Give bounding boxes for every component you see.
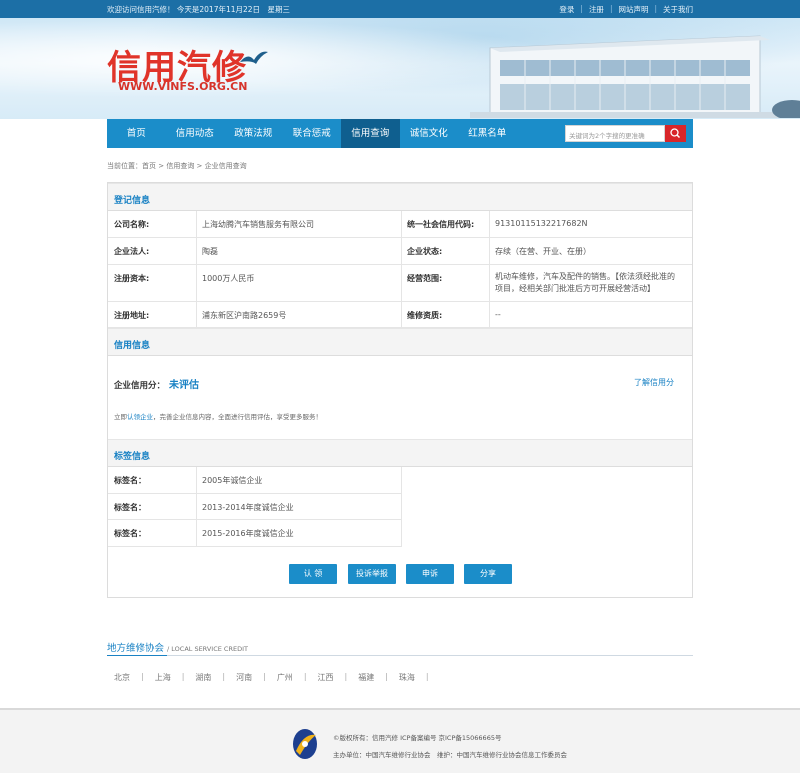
appeal-button[interactable]: 申诉	[406, 564, 454, 584]
business-scope-line: 项目，经相关部门批准后方可开展经营活动】	[495, 284, 655, 293]
nav-credit-query[interactable]: 信用查询	[341, 119, 400, 148]
table-row: 标签名： 2013-2014年度诚信企业	[108, 493, 401, 520]
building-illustration	[470, 35, 800, 118]
city-link-jiangxi[interactable]: 江西	[318, 672, 334, 683]
local-title-en: / LOCAL SERVICE CREDIT	[167, 645, 248, 653]
welcome-text: 欢迎访问信用汽修！ 今天是2017年11月22日 星期三	[107, 5, 291, 14]
credit-score: 企业信用分： 未评估	[114, 376, 199, 391]
tag-label: 标签名：	[114, 529, 146, 538]
about-us-link[interactable]: 关于我们	[663, 4, 693, 15]
company-detail-panel: 登记信息 公司名称: 上海幼腾汽车销售服务有限公司 统一社会信用代码: 9131…	[107, 182, 693, 598]
learn-credit-score-link[interactable]: 了解信用分	[634, 377, 674, 388]
city-links: 北京 | 上海 | 湖南 | 河南 | 广州 | 江西 | 福建 | 珠海 |	[114, 672, 429, 683]
tag-label: 标签名：	[114, 502, 146, 512]
association-logo-icon	[293, 729, 317, 759]
search-icon	[670, 128, 681, 139]
credit-section-header: 信用信息	[108, 328, 692, 356]
separator: |	[609, 4, 613, 13]
tip-text: ，完善企业信息内容，全面进行信用评估，享受更多服务！	[153, 413, 322, 421]
repair-qualification-value: --	[495, 310, 501, 319]
credit-code-value: 91310115132217682N	[495, 219, 588, 228]
main-nav: 首页 信用动态 政策法规 联合惩戒 信用查询 诚信文化 红黑名单 关键词为2个字…	[107, 119, 693, 148]
field-label: 注册资本:	[114, 274, 150, 283]
field-label: 企业法人:	[114, 247, 150, 256]
divider	[107, 655, 693, 656]
field-label: 公司名称:	[114, 220, 150, 229]
local-associations-title: 地方维修协会 / LOCAL SERVICE CREDIT	[107, 640, 248, 654]
share-button[interactable]: 分享	[464, 564, 512, 584]
company-name-value: 上海幼腾汽车销售服务有限公司	[202, 220, 314, 229]
complaint-report-button[interactable]: 投诉举报	[348, 564, 396, 584]
tag-value: 2005年诚信企业	[202, 476, 263, 485]
nav-policy[interactable]: 政策法规	[224, 119, 283, 148]
info-row: 公司名称: 上海幼腾汽车销售服务有限公司 统一社会信用代码: 913101151…	[108, 211, 692, 238]
local-title-cn: 地方维修协会	[107, 643, 165, 654]
tip-text: 立即	[114, 413, 127, 421]
city-link-hunan[interactable]: 湖南	[195, 672, 211, 683]
search-button[interactable]	[665, 125, 686, 142]
nav-joint-punishment[interactable]: 联合惩戒	[283, 119, 342, 148]
claim-tip: 立即认领企业，完善企业信息内容，全面进行信用评估，享受更多服务！	[114, 411, 322, 421]
field-label: 注册地址:	[114, 311, 150, 320]
tags-table: 标签名： 2005年诚信企业 标签名： 2013-2014年度诚信企业 标签名：…	[108, 467, 402, 547]
separator: |	[580, 4, 583, 13]
bird-icon	[240, 51, 268, 64]
business-scope-line: 机动车维修，汽车及配件的销售。【依法须经批准的	[495, 272, 675, 281]
tag-label: 标签名：	[114, 476, 146, 485]
city-link-shanghai[interactable]: 上海	[155, 672, 171, 683]
nav-credit-news[interactable]: 信用动态	[166, 119, 225, 148]
header-banner: 信用汽修 WWW.VINFS.ORG.CN	[0, 18, 800, 119]
login-link[interactable]: 登录	[559, 4, 574, 15]
separator: |	[654, 4, 657, 13]
business-scope-value: 机动车维修，汽车及配件的销售。【依法须经批准的 项目，经相关部门批准后方可开展经…	[489, 265, 692, 301]
action-bar: 认 领 投诉举报 申诉 分享	[108, 564, 692, 586]
nav-red-black-list[interactable]: 红黑名单	[458, 119, 517, 148]
info-row: 企业法人: 陶磊 企业状态: 存续（在营、开业、在册）	[108, 238, 692, 265]
claim-company-link[interactable]: 认领企业	[127, 413, 153, 421]
tags-section-header: 标签信息	[108, 439, 692, 467]
organizer-text: 主办单位：中国汽车维修行业协会 维护：中国汽车维修行业协会信息工作委员会	[333, 751, 567, 759]
register-link[interactable]: 注册	[589, 4, 604, 15]
legal-person-value: 陶磊	[202, 247, 218, 256]
nav-integrity-culture[interactable]: 诚信文化	[400, 119, 459, 148]
field-label: 企业状态:	[407, 247, 443, 256]
registered-address-value: 浦东新区沪南路2659号	[202, 311, 287, 320]
registered-capital-value: 1000万人民币	[202, 274, 255, 283]
tag-value: 2015-2016年度诚信企业	[202, 529, 294, 538]
credit-score-value: 未评估	[169, 380, 200, 391]
field-label: 统一社会信用代码:	[407, 220, 475, 229]
claim-button[interactable]: 认 领	[289, 564, 337, 584]
table-row: 标签名： 2005年诚信企业	[108, 467, 401, 494]
breadcrumb: 当前位置：首页 > 信用查询 > 企业信用查询	[107, 162, 247, 170]
city-link-henan[interactable]: 河南	[236, 672, 252, 683]
credit-score-label: 企业信用分：	[114, 381, 166, 391]
copyright-text: ©版权所有：信用汽修 ICP备案编号 京ICP备15066665号	[333, 734, 502, 742]
city-link-beijing[interactable]: 北京	[114, 672, 130, 683]
site-url: WWW.VINFS.ORG.CN	[118, 80, 248, 93]
section-title: 标签信息	[114, 452, 151, 462]
footer: ©版权所有：信用汽修 ICP备案编号 京ICP备15066665号 主办单位：中…	[0, 708, 800, 773]
top-links: 登录 | 注册 | 网站声明 | 关于我们	[559, 4, 693, 15]
field-label: 经营范围:	[407, 274, 443, 283]
city-link-guangzhou[interactable]: 广州	[277, 672, 293, 683]
search-input[interactable]: 关键词为2个字搜的更准确	[565, 125, 665, 142]
info-row: 注册地址: 浦东新区沪南路2659号 维修资质: --	[108, 302, 692, 328]
company-status-value: 存续（在营、开业、在册）	[495, 247, 591, 256]
table-row: 标签名： 2015-2016年度诚信企业	[108, 520, 401, 547]
section-title: 信用信息	[114, 341, 151, 351]
field-label: 维修资质:	[407, 311, 443, 320]
tag-value: 2013-2014年度诚信企业	[202, 502, 294, 512]
site-statement-link[interactable]: 网站声明	[618, 4, 648, 15]
top-bar: 欢迎访问信用汽修！ 今天是2017年11月22日 星期三 登录 | 注册 | 网…	[0, 0, 800, 18]
registration-section-header: 登记信息	[108, 183, 692, 211]
nav-home[interactable]: 首页	[107, 119, 166, 148]
city-link-zhuhai[interactable]: 珠海	[399, 672, 415, 683]
section-title: 登记信息	[114, 196, 151, 206]
info-row: 注册资本: 1000万人民币 经营范围: 机动车维修，汽车及配件的销售。【依法须…	[108, 265, 692, 302]
city-link-fujian[interactable]: 福建	[358, 672, 374, 683]
